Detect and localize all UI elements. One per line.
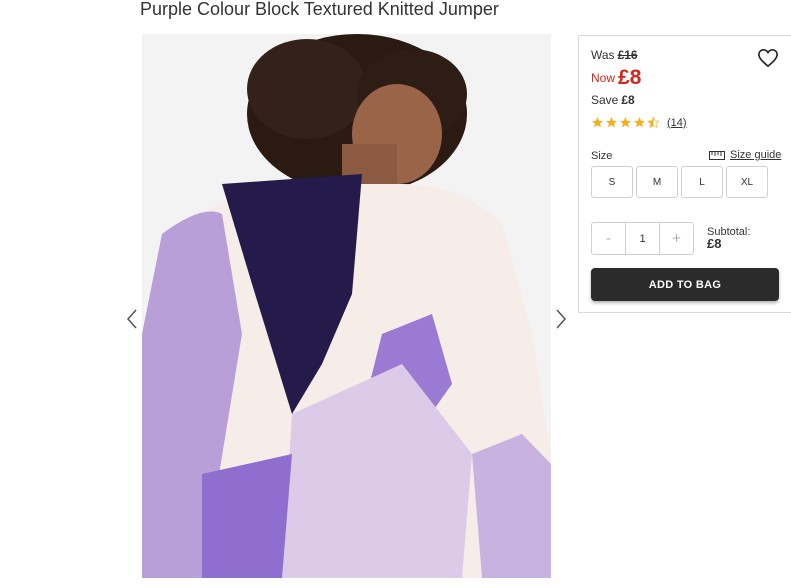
was-label: Was	[591, 48, 615, 62]
half-star-icon	[647, 116, 660, 129]
decrease-quantity-button[interactable]: -	[592, 223, 625, 254]
ruler-icon	[709, 150, 725, 160]
reviews-link[interactable]: (14)	[667, 117, 687, 129]
save-amount: Save £8	[591, 93, 635, 107]
chevron-left-icon[interactable]	[122, 306, 142, 332]
size-option-m[interactable]: M	[636, 166, 678, 198]
buy-panel: Was £16 Now £8 Save £8 (14) Size Size guide…	[578, 35, 791, 313]
star-icon	[620, 117, 631, 128]
product-image[interactable]	[142, 34, 551, 578]
star-icon	[634, 117, 645, 128]
quantity-value[interactable]: 1	[625, 223, 660, 254]
now-price: Now £8	[591, 64, 642, 89]
size-label: Size	[591, 150, 613, 162]
was-price-value: £16	[617, 48, 638, 62]
chevron-right-icon[interactable]	[551, 306, 571, 332]
size-option-s[interactable]: S	[591, 166, 633, 198]
heart-icon[interactable]	[757, 48, 779, 68]
subtotal: Subtotal: £8	[707, 226, 750, 250]
quantity-stepper: - 1 +	[591, 222, 694, 255]
was-price: Was £16	[591, 48, 638, 62]
subtotal-value: £8	[707, 236, 722, 251]
size-guide-link[interactable]: Size guide	[709, 149, 781, 161]
now-price-value: £8	[618, 66, 642, 89]
product-title: Purple Colour Block Textured Knitted Jum…	[140, 0, 499, 19]
add-to-bag-button[interactable]: ADD TO BAG	[591, 268, 779, 301]
save-label: Save	[591, 93, 619, 107]
product-photo-illustration	[142, 34, 551, 578]
rating-stars: (14)	[591, 116, 687, 129]
now-label: Now	[591, 71, 616, 85]
increase-quantity-button[interactable]: +	[660, 223, 693, 254]
star-icon	[606, 117, 617, 128]
size-options: S M L XL	[591, 166, 771, 198]
size-option-l[interactable]: L	[681, 166, 723, 198]
size-guide-label: Size guide	[730, 149, 782, 161]
save-amount-value: £8	[621, 93, 635, 107]
size-option-xl[interactable]: XL	[726, 166, 768, 198]
star-icon	[592, 117, 603, 128]
